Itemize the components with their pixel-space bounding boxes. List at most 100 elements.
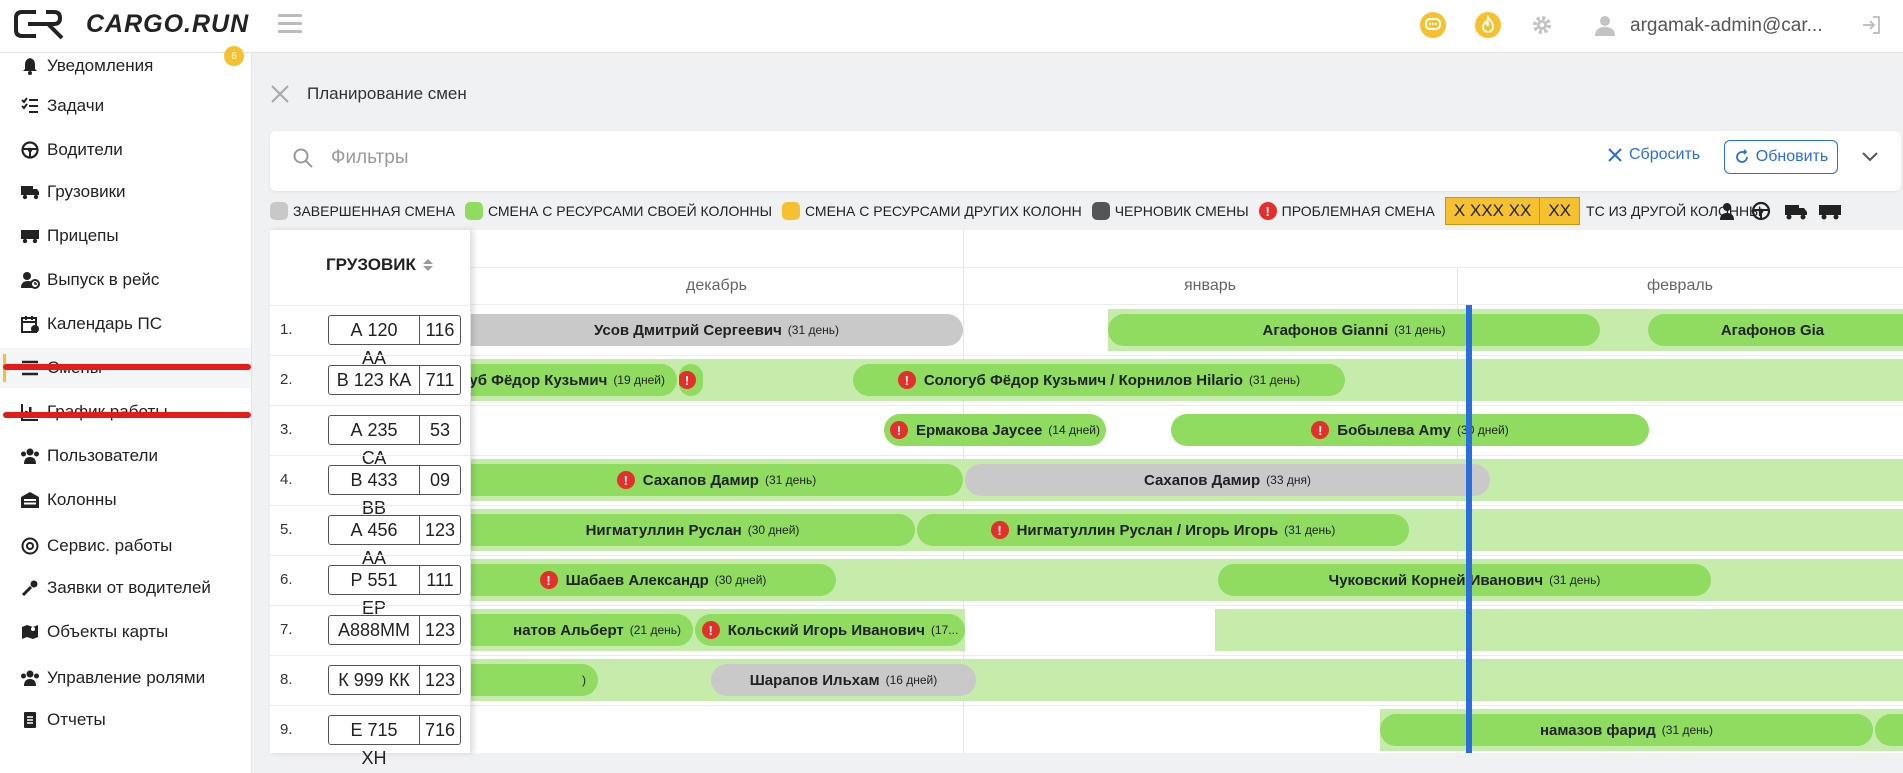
header-divider xyxy=(470,267,1903,268)
sidebar-item-6[interactable]: Выпуск в рейс xyxy=(0,260,251,300)
truck-column-header[interactable]: ГРУЗОВИК xyxy=(326,255,434,275)
close-icon[interactable] xyxy=(270,84,290,104)
truck-plate[interactable]: А 235 СА 53 xyxy=(328,415,461,468)
logout-icon[interactable] xyxy=(1860,14,1882,36)
menu-toggle-icon[interactable] xyxy=(278,14,302,36)
sidebar-item-12[interactable]: Сервис. работы xyxy=(0,526,251,566)
row-number: 9. xyxy=(280,721,293,738)
highlight-line-top xyxy=(3,364,251,370)
shift-bar[interactable] xyxy=(1875,714,1903,746)
shift-duration: (30 дней) xyxy=(714,573,767,587)
sidebar-item-label: Управление ролями xyxy=(47,668,206,687)
chevron-down-icon[interactable] xyxy=(1860,146,1880,166)
shift-bar[interactable]: натов Альберт (21 день) xyxy=(470,614,693,646)
trailer-icon[interactable] xyxy=(1818,200,1841,222)
sidebar-item-14[interactable]: Объекты карты xyxy=(0,612,251,652)
plate-number: К 999 КК xyxy=(338,670,410,690)
sidebar-item-16[interactable]: Отчеты xyxy=(0,700,251,740)
gear-icon[interactable] xyxy=(1530,13,1556,39)
shift-bar[interactable]: Чуковский Корней Иванович (31 день) xyxy=(1218,564,1711,596)
plate-region: 116 xyxy=(419,316,460,344)
legend-problem: ! ПРОБЛЕМНАЯ СМЕНА xyxy=(1258,202,1435,220)
shift-driver: Нигматуллин Руслан / Игорь Игорь xyxy=(1016,521,1279,539)
legend-draft-label: ЧЕРНОВИК СМЕНЫ xyxy=(1114,203,1249,219)
truck-plate[interactable]: В 123 КА 711 xyxy=(328,365,461,395)
shift-duration: (19 дней) xyxy=(613,373,665,387)
shift-bar[interactable]: ! Сологуб Фёдор Кузьмич / Корнилов Hilari… xyxy=(853,364,1345,396)
logo[interactable]: CARGO.RUN xyxy=(14,8,249,40)
shift-bar[interactable]: ! Нигматуллин Руслан / Игорь Игорь (31 ден… xyxy=(917,514,1409,546)
shift-bar[interactable]: Нигматуллин Руслан (30 дней) xyxy=(470,514,915,546)
sidebar-item-13[interactable]: Заявки от водителей xyxy=(0,568,251,608)
sidebar-item-3[interactable]: Водители xyxy=(0,130,251,170)
steering-wheel-icon[interactable] xyxy=(1750,200,1772,222)
shift-driver: Сахапов Дамир xyxy=(1144,471,1261,489)
sidebar-item-5[interactable]: Прицепы xyxy=(0,216,251,256)
user-name[interactable]: argamak-admin@car... xyxy=(1630,15,1822,37)
sidebar-item-4[interactable]: Грузовики xyxy=(0,172,251,212)
reset-button[interactable]: Сбросить xyxy=(1608,146,1700,164)
shift-bar[interactable]: ! xyxy=(679,364,703,396)
sidebar-item-7[interactable]: Календарь ПС xyxy=(0,304,251,344)
truck-plate[interactable]: В 433 ВВ 09 xyxy=(328,465,461,518)
shift-bar[interactable]: ) xyxy=(470,664,598,696)
refresh-button[interactable]: Обновить xyxy=(1724,140,1838,174)
shift-duration: ) xyxy=(582,673,586,687)
sidebar-item-label: Уведомления xyxy=(47,56,154,75)
shift-bar[interactable]: ! Кольский Игорь Иванович (17... xyxy=(695,614,965,646)
sidebar-item-2[interactable]: Задачи xyxy=(0,86,251,126)
truck-icon xyxy=(20,182,40,202)
shift-bar[interactable]: ! Ермакова Jaycee (14 дней) xyxy=(884,414,1106,446)
swatch-other xyxy=(781,202,800,220)
truck-plate[interactable]: Е 715 ХН 716 xyxy=(328,715,461,768)
shift-bar[interactable]: намазов фарид (31 день) xyxy=(1380,714,1873,746)
truck-plate[interactable]: К 999 КК 123 xyxy=(328,665,461,695)
plate-region: 123 xyxy=(419,516,460,544)
sort-icon[interactable] xyxy=(422,257,434,273)
user-icon[interactable] xyxy=(1592,12,1618,38)
person-icon[interactable] xyxy=(1716,200,1738,222)
shift-bar[interactable]: уб Фёдор Кузьмич (19 дней) xyxy=(470,364,677,396)
map-icon xyxy=(20,622,40,642)
shift-bar[interactable]: Усов Дмитрий Сергеевич (31 день) xyxy=(470,314,963,346)
sidebar-item-15[interactable]: Управление ролями xyxy=(0,658,251,698)
row-number: 4. xyxy=(280,471,293,488)
truck-icon[interactable] xyxy=(1784,200,1807,222)
shift-bar[interactable]: Шарапов Ильхам (16 дней) xyxy=(711,664,976,696)
row-divider xyxy=(470,705,1903,706)
sidebar-item-label: Объекты карты xyxy=(47,622,169,641)
plate-number: А 120 АА xyxy=(350,320,398,368)
shift-bar[interactable]: ! Сахапов Дамир (31 день) xyxy=(470,464,963,496)
shift-driver: Нигматуллин Руслан xyxy=(585,521,742,539)
plate-number: В 123 КА xyxy=(336,370,412,390)
filter-input[interactable]: Фильтры xyxy=(331,147,408,169)
truck-plate[interactable]: Р 551 ЕР 111 xyxy=(328,565,461,618)
shift-bar[interactable]: Сахапов Дамир (33 дня) xyxy=(965,464,1490,496)
truck-plate[interactable]: А 120 АА 116 xyxy=(328,315,461,368)
roles-icon xyxy=(20,668,40,688)
sidebar-item-1[interactable]: Уведомления 6 xyxy=(0,46,251,86)
shift-bar[interactable]: ! Бобылева Amy (30 дней) xyxy=(1171,414,1649,446)
truck-plate[interactable]: А 456 АА 123 xyxy=(328,515,461,568)
plate-number: Р 551 ЕР xyxy=(350,570,398,618)
plate-number: А888ММ xyxy=(337,620,411,640)
truck-plate[interactable]: А888ММ 123 xyxy=(328,615,461,645)
legend-draft: ЧЕРНОВИК СМЕНЫ xyxy=(1091,202,1249,220)
month-label: декабрь xyxy=(686,277,747,294)
search-icon xyxy=(292,147,314,169)
highlight-line-bottom xyxy=(3,412,251,418)
sidebar-item-10[interactable]: Пользователи xyxy=(0,436,251,476)
shift-driver: намазов фарид xyxy=(1539,721,1656,739)
fire-icon[interactable] xyxy=(1475,12,1501,38)
shift-duration: (21 день) xyxy=(629,623,681,637)
sidebar-item-11[interactable]: Колонны xyxy=(0,480,251,520)
shift-bar[interactable]: Агафонов Gianni (31 день) xyxy=(1108,314,1600,346)
exclamation-icon: ! xyxy=(990,521,1009,539)
plate-region: 09 xyxy=(419,466,460,494)
legend-plate-number: X XXX XX xyxy=(1453,201,1532,220)
shift-bar[interactable]: Агафонов Gia xyxy=(1648,314,1903,346)
chat-icon[interactable] xyxy=(1420,12,1446,38)
plate-region: 111 xyxy=(419,566,460,594)
shift-bar[interactable]: ! Шабаев Александр (30 дней) xyxy=(470,564,836,596)
shift-duration: (30 дней) xyxy=(1457,423,1509,437)
